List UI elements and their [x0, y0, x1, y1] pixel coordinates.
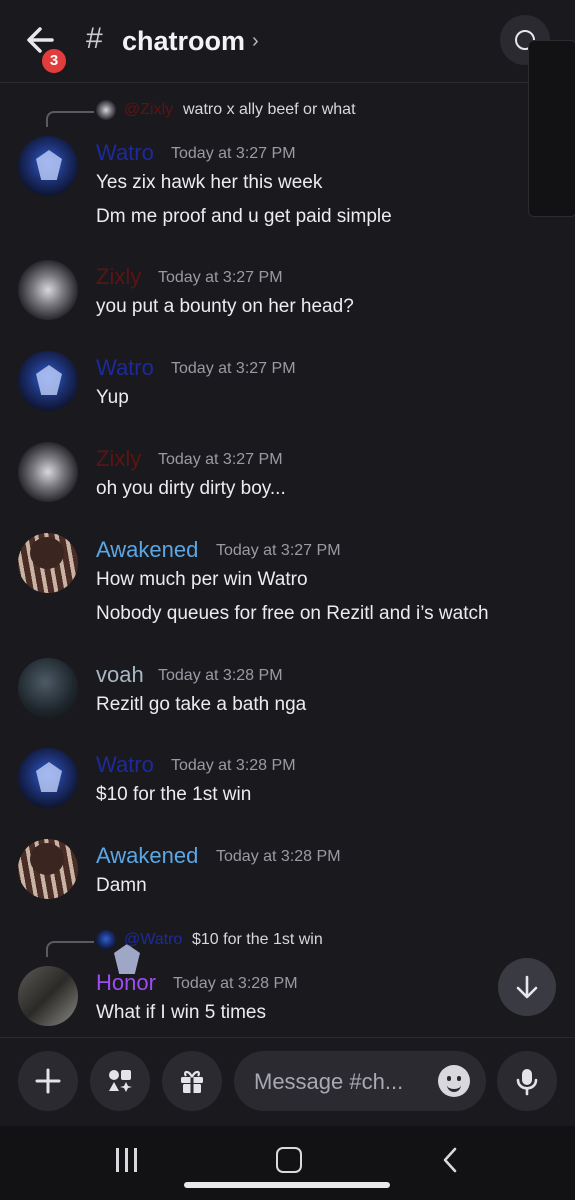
notification-badge: 3	[40, 47, 68, 75]
reply-avatar	[96, 100, 116, 120]
message-text: you put a bounty on her head?	[96, 296, 354, 317]
video-preview-thumbnail[interactable]	[528, 40, 575, 217]
home-icon[interactable]	[276, 1147, 302, 1173]
timestamp: Today at 3:27 PM	[216, 542, 341, 559]
microphone-icon	[516, 1069, 538, 1096]
message-text: How much per win Watro	[96, 569, 308, 590]
timestamp: Today at 3:28 PM	[171, 757, 296, 774]
reply-mention[interactable]: @Watro	[124, 931, 182, 949]
author-name[interactable]: Awakened	[96, 537, 198, 563]
reply-avatar	[96, 930, 116, 950]
channel-header: 3 # chatroom ›	[0, 0, 575, 83]
avatar[interactable]	[18, 351, 78, 411]
arrow-down-icon	[516, 975, 538, 999]
author-name[interactable]: voah	[96, 662, 144, 688]
timestamp: Today at 3:27 PM	[158, 451, 283, 468]
timestamp: Today at 3:28 PM	[158, 667, 283, 684]
reply-text: $10 for the 1st win	[192, 931, 323, 948]
add-attachment-button[interactable]	[18, 1051, 78, 1111]
reply-preview[interactable]: @Zixly watro x ally beef or what	[0, 100, 575, 127]
gift-button[interactable]	[162, 1051, 222, 1111]
author-name[interactable]: Zixly	[96, 264, 141, 290]
nav-back-icon[interactable]	[440, 1146, 460, 1174]
reply-mention[interactable]: @Zixly	[124, 101, 173, 119]
message-text: $10 for the 1st win	[96, 784, 252, 805]
reply-connector	[46, 111, 94, 127]
recents-icon[interactable]	[116, 1148, 138, 1172]
timestamp: Today at 3:27 PM	[171, 360, 296, 377]
message-text: Nobody queues for free on Rezitl and i’s…	[96, 603, 489, 624]
avatar[interactable]	[18, 533, 78, 593]
message-text: Dm me proof and u get paid simple	[96, 206, 392, 227]
message-text: What if I win 5 times	[96, 1002, 266, 1023]
avatar[interactable]	[18, 966, 78, 1026]
emoji-icon[interactable]	[438, 1065, 470, 1097]
chevron-right-icon[interactable]: ›	[252, 30, 259, 53]
avatar[interactable]	[18, 442, 78, 502]
message-input-placeholder: Message #ch...	[254, 1069, 404, 1094]
message-text: Rezitl go take a bath nga	[96, 694, 307, 715]
avatar[interactable]	[18, 658, 78, 718]
message-text: Damn	[96, 875, 147, 896]
channel-hash-icon: #	[86, 22, 103, 55]
message-text: Yup	[96, 387, 129, 408]
jump-to-bottom-button[interactable]	[498, 958, 556, 1016]
message-composer: Message #ch...	[0, 1037, 575, 1126]
timestamp: Today at 3:28 PM	[216, 848, 341, 865]
timestamp: Today at 3:27 PM	[158, 269, 283, 286]
timestamp: Today at 3:28 PM	[173, 975, 298, 992]
channel-title[interactable]: chatroom	[122, 26, 245, 57]
avatar[interactable]	[18, 839, 78, 899]
reply-connector	[46, 941, 94, 957]
apps-button[interactable]	[90, 1051, 150, 1111]
timestamp: Today at 3:27 PM	[171, 145, 296, 162]
avatar[interactable]	[18, 748, 78, 808]
author-name[interactable]: Watro	[96, 355, 154, 381]
system-navigation-bar	[0, 1126, 575, 1200]
message-text: Yes zix hawk her this week	[96, 172, 323, 193]
reply-preview[interactable]: @Watro $10 for the 1st win	[0, 930, 575, 957]
message-input[interactable]: Message #ch...	[234, 1051, 486, 1111]
author-name[interactable]: Zixly	[96, 446, 141, 472]
plus-icon	[35, 1068, 61, 1094]
author-name[interactable]: Honor	[96, 970, 156, 996]
author-name[interactable]: Watro	[96, 752, 154, 778]
avatar[interactable]	[18, 260, 78, 320]
voice-message-button[interactable]	[497, 1051, 557, 1111]
author-name[interactable]: Awakened	[96, 843, 198, 869]
home-indicator[interactable]	[184, 1182, 390, 1188]
author-name[interactable]: Watro	[96, 140, 154, 166]
gift-icon	[181, 1070, 203, 1093]
avatar[interactable]	[18, 136, 78, 196]
apps-icon	[109, 1070, 132, 1092]
reply-text: watro x ally beef or what	[183, 101, 356, 118]
message-text: oh you dirty dirty boy...	[96, 478, 286, 499]
